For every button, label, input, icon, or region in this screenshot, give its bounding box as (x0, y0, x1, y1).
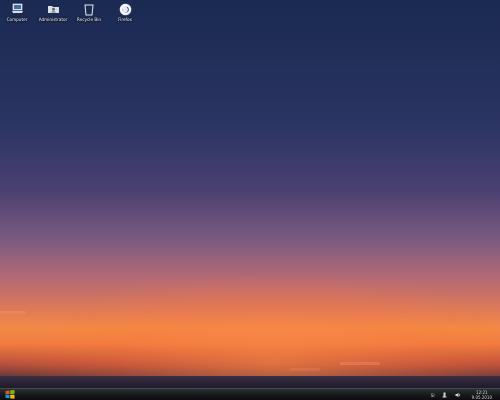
start-button[interactable] (3, 389, 17, 400)
user-folder-icon (46, 2, 60, 16)
desktop-icon-computer[interactable]: Computer (3, 2, 31, 22)
wallpaper-cloud (0, 311, 26, 314)
network-icon[interactable] (442, 392, 448, 399)
wallpaper-glow (0, 270, 500, 380)
wallpaper-cloud (290, 368, 320, 371)
system-tray: SI 12:21 9.05.2010 (431, 389, 492, 400)
desktop-icon-recycle-bin[interactable]: Recycle Bin (75, 2, 103, 22)
desktop-icon-firefox[interactable]: Firefox (111, 2, 139, 22)
clock-date: 9.05.2010 (471, 395, 492, 400)
desktop-icon-label: Computer (6, 17, 28, 22)
desktop-icon-grid: Computer Administrator Recycle Bin Firef… (0, 2, 139, 22)
desktop-icon-administrator[interactable]: Administrator (39, 2, 67, 22)
taskbar-clock[interactable]: 12:21 9.05.2010 (472, 390, 492, 400)
language-indicator[interactable]: SI (431, 393, 435, 398)
wallpaper-horizon (0, 376, 500, 388)
desktop-icon-label: Recycle Bin (76, 17, 102, 22)
taskbar: SI 12:21 9.05.2010 (0, 388, 500, 400)
desktop-icon-label: Firefox (118, 17, 132, 22)
desktop-icon-label: Administrator (38, 17, 68, 22)
volume-icon[interactable] (455, 392, 461, 399)
firefox-icon (118, 2, 132, 16)
recycle-bin-icon (82, 2, 96, 16)
windows-logo-icon (5, 390, 15, 399)
computer-icon (10, 2, 24, 16)
wallpaper-cloud (340, 362, 380, 365)
